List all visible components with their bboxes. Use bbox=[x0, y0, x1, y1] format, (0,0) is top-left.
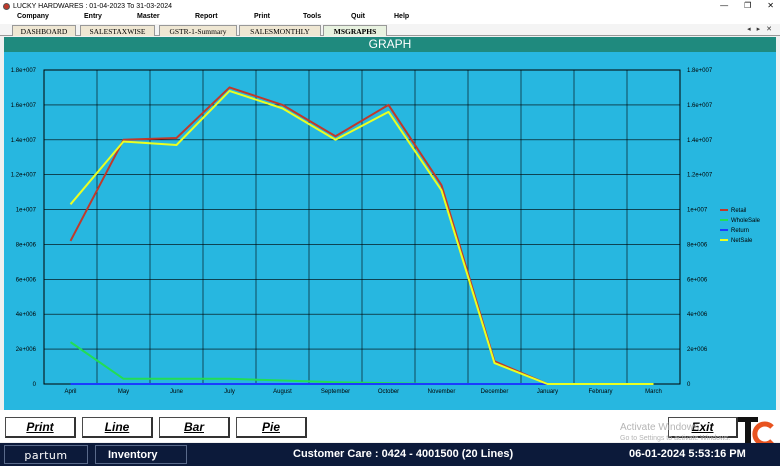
x-tick-label: January bbox=[537, 389, 558, 395]
bar-button[interactable]: Bar bbox=[159, 417, 230, 438]
button-row: Print Line Bar Pie Exit Activate Windows… bbox=[0, 410, 780, 447]
y-tick-label-right: 8e+006 bbox=[687, 242, 708, 248]
x-tick-label: April bbox=[64, 389, 76, 395]
tab-close-icon[interactable]: ✕ bbox=[766, 24, 772, 36]
menu-help[interactable]: Help bbox=[394, 13, 409, 20]
app-icon bbox=[3, 2, 10, 10]
print-button[interactable]: Print bbox=[5, 417, 76, 438]
app-window: LUCKY HARDWARES : 01-04-2023 To 31-03-20… bbox=[0, 0, 780, 466]
menu-tools[interactable]: Tools bbox=[303, 13, 321, 20]
menu-company[interactable]: Company bbox=[17, 13, 49, 20]
window-controls: — ❐ ✕ bbox=[720, 0, 774, 12]
x-tick-label: October bbox=[378, 389, 399, 395]
menu-entry[interactable]: Entry bbox=[84, 13, 102, 20]
legend-label: WholeSale bbox=[731, 218, 761, 224]
y-tick-label-right: 2e+006 bbox=[687, 347, 708, 353]
menu-print[interactable]: Print bbox=[254, 13, 270, 20]
tab-gstr1-summary[interactable]: GSTR-1-Summary bbox=[159, 25, 237, 36]
line-button[interactable]: Line bbox=[82, 417, 153, 438]
x-tick-label: December bbox=[481, 389, 509, 395]
tab-scroll-controls: ◂ ▸ ✕ bbox=[747, 24, 772, 36]
x-tick-label: September bbox=[321, 389, 350, 395]
pie-button[interactable]: Pie bbox=[236, 417, 307, 438]
x-tick-label: May bbox=[118, 389, 129, 395]
graph-header: GRAPH bbox=[4, 37, 776, 52]
y-tick-label-left: 2e+006 bbox=[16, 347, 37, 353]
legend-label: Return bbox=[731, 228, 749, 234]
window-title: LUCKY HARDWARES : 01-04-2023 To 31-03-20… bbox=[13, 2, 173, 10]
tab-scroll-left-icon[interactable]: ◂ bbox=[747, 24, 751, 36]
tab-salestaxwise[interactable]: SALESTAXWISE bbox=[80, 25, 155, 36]
y-tick-label-left: 1.8e+007 bbox=[11, 68, 37, 74]
status-bar: partum Inventory Customer Care : 0424 - … bbox=[0, 443, 780, 466]
customer-care-info: Customer Care : 0424 - 4001500 (20 Lines… bbox=[293, 448, 514, 460]
y-tick-label-right: 1e+007 bbox=[687, 208, 708, 214]
y-tick-label-right: 1.6e+007 bbox=[687, 103, 713, 109]
y-tick-label-left: 4e+006 bbox=[16, 312, 37, 318]
y-tick-label-right: 1.2e+007 bbox=[687, 173, 713, 179]
sales-line-chart: 0 0 2e+006 2e+006 4e+006 4e+006 6e+006 6e+006 8e… bbox=[4, 52, 776, 410]
minimize-icon[interactable]: — bbox=[720, 0, 728, 12]
close-icon[interactable]: ✕ bbox=[767, 0, 774, 12]
y-tick-label-left: 1.6e+007 bbox=[11, 103, 37, 109]
y-tick-label-right: 0 bbox=[687, 382, 691, 388]
y-tick-label-left: 1.4e+007 bbox=[11, 138, 37, 144]
menu-bar: Company Entry Master Report Print Tools … bbox=[0, 12, 780, 24]
y-tick-label-left: 1e+007 bbox=[16, 208, 37, 214]
y-tick-label-left: 6e+006 bbox=[16, 277, 37, 283]
title-bar: LUCKY HARDWARES : 01-04-2023 To 31-03-20… bbox=[0, 0, 780, 12]
legend-label: NetSale bbox=[731, 238, 753, 244]
y-tick-label-left: 1.2e+007 bbox=[11, 173, 37, 179]
maximize-icon[interactable]: ❐ bbox=[744, 0, 751, 12]
activation-watermark: Activate Windows Go to Settings to activ… bbox=[620, 422, 731, 444]
module-name: Inventory bbox=[95, 445, 187, 464]
tab-salesmonthly[interactable]: SALESMONTHLY bbox=[239, 25, 321, 36]
menu-report[interactable]: Report bbox=[195, 13, 218, 20]
x-tick-label: August bbox=[273, 389, 292, 395]
tab-scroll-right-icon[interactable]: ▸ bbox=[757, 24, 761, 36]
menu-quit[interactable]: Quit bbox=[351, 13, 365, 20]
watermark-title: Activate Windows bbox=[620, 422, 699, 433]
tab-bar: DASHBOARD SALESTAXWISE GSTR-1-Summary SA… bbox=[0, 24, 780, 36]
x-tick-label: July bbox=[224, 389, 235, 395]
y-tick-label-right: 4e+006 bbox=[687, 312, 708, 318]
y-tick-label-right: 1.8e+007 bbox=[687, 68, 713, 74]
x-tick-label: February bbox=[588, 389, 612, 395]
tab-dashboard[interactable]: DASHBOARD bbox=[12, 25, 76, 36]
y-tick-label-right: 6e+006 bbox=[687, 277, 708, 283]
x-tick-label: March bbox=[645, 389, 662, 395]
x-tick-label: June bbox=[170, 389, 184, 395]
legend-label: Retail bbox=[731, 208, 746, 214]
y-tick-label-left: 0 bbox=[33, 382, 37, 388]
y-tick-label-right: 1.4e+007 bbox=[687, 138, 713, 144]
status-datetime: 06-01-2024 5:53:16 PM bbox=[629, 448, 746, 460]
y-tick-label-left: 8e+006 bbox=[16, 242, 37, 248]
x-tick-label: November bbox=[428, 389, 456, 395]
partum-logo: partum bbox=[4, 445, 88, 464]
menu-master[interactable]: Master bbox=[137, 13, 160, 20]
tab-msgraphs[interactable]: MSGRAPHS bbox=[323, 25, 387, 36]
